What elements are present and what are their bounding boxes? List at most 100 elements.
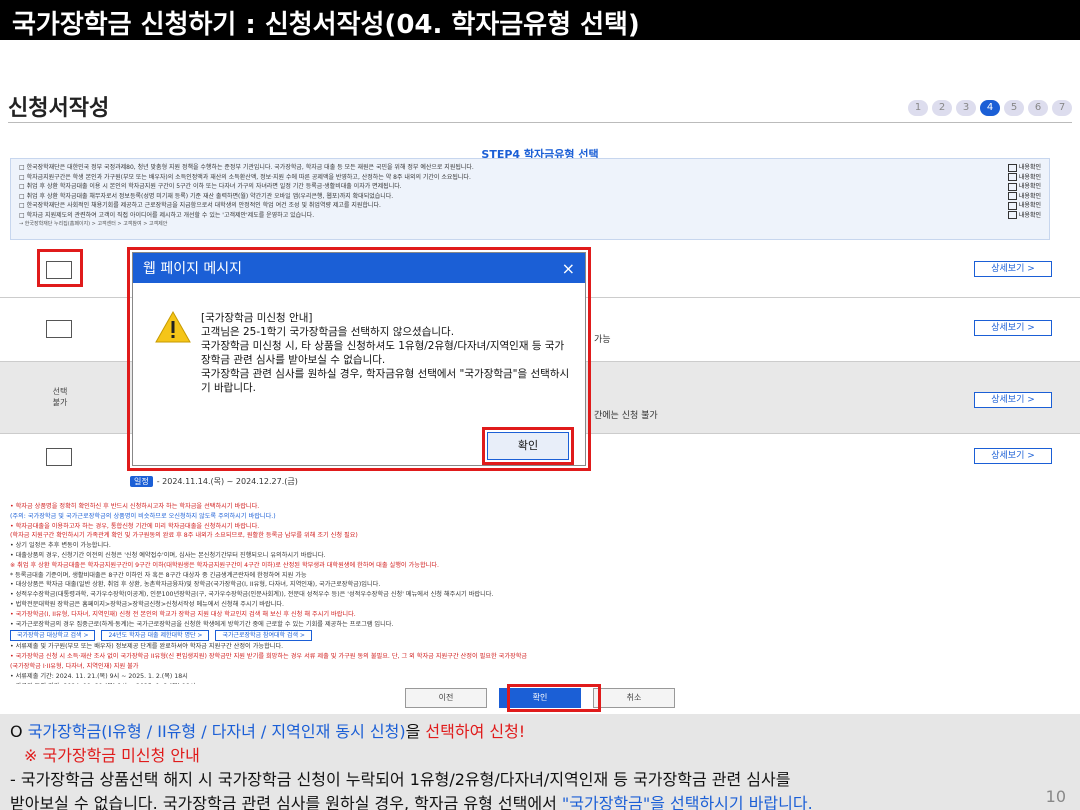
caption-notice-title: ※ 국가장학금 미신청 안내: [24, 746, 200, 765]
prev-button[interactable]: 이전: [405, 688, 487, 708]
notice-item: • 법학전문대학원 장학금은 홈페이지>장학금>장학금신청>신청서작성 메뉴에서…: [10, 600, 285, 608]
step-7: 7: [1052, 100, 1072, 116]
highlight-box: [507, 684, 601, 712]
link-button[interactable]: 국가장학금 대상학교 검색 >: [10, 630, 96, 642]
detail-button[interactable]: 상세보기 >: [974, 261, 1052, 277]
link-button[interactable]: 24년도 학자금 대출 제한대학 명단 >: [101, 630, 210, 642]
agreement-box: □ 한국장학재단은 대한민국 정부 국정과제80, 청년 맞춤형 지원 정책을 …: [10, 158, 1050, 240]
period-badge: 일정: [130, 476, 153, 487]
dialog-header: 웹 페이지 메시지 ×: [133, 253, 585, 283]
step-5: 5: [1004, 100, 1024, 116]
agreement-row: □ 한국장학재단은 사회적인 채용기회를 제공하고 근로장학금을 지급함으로서 …: [19, 201, 1041, 211]
agreement-text: □ 한국장학재단은 사회적인 채용기회를 제공하고 근로장학금을 지급함으로서 …: [19, 202, 381, 209]
notice-item: • 상기 일정은 추후 변동이 가능합니다.: [10, 542, 111, 550]
agreement-text: □ 학자금지원구간은 학생 본인과 가구원(부모 또는 배우자)의 소득인정액과…: [19, 173, 471, 181]
confirm-checkbox[interactable]: 내용확인: [1007, 182, 1041, 192]
unavailable-label: 선택 불가: [52, 387, 68, 407]
dialog-message: [국가장학금 미신청 안내] 고객님은 25-1학기 국가장학금을 선택하지 않…: [201, 311, 571, 395]
period-text: - 2024.11.14.(목) ~ 2024.12.27.(금): [156, 477, 298, 486]
agreement-footnote: → 한국장학재단 누리집(홈페이지) > 고객센터 > 고객참여 > 고객제안: [19, 221, 168, 227]
step-6: 6: [1028, 100, 1048, 116]
agreement-text: □ 취업 후 상환 학자금대출 이용 시 본인의 학자금지원 구간이 5구간 이…: [19, 183, 402, 190]
product-checkbox[interactable]: [46, 448, 72, 466]
agreement-row: □ 학자금지원구간은 학생 본인과 가구원(부모 또는 배우자)의 소득인정액과…: [19, 173, 1041, 183]
notice-item: • 서류제출 기간: 2024. 11. 21.(목) 9시 ~ 2025. 1…: [10, 672, 188, 680]
notice-item: * 등록금대출 기준이며, 생활비대출은 8구간 이하인 자 혹은 8구간 대상…: [10, 571, 307, 579]
checkbox-icon: [1007, 211, 1017, 219]
dialog-title: 웹 페이지 메시지: [143, 261, 243, 277]
notice-item: (주의: 국가장학금 및 국가근로장학금의 상품명이 비슷하므로 오신청하지 않…: [10, 512, 276, 520]
confirm-label: 내용확인: [1018, 173, 1041, 181]
slide-title: 국가장학금 신청하기 : 신청서작성(04. 학자금유형 선택): [0, 0, 1080, 40]
notice-item: • 국가장학금(I, II유형, 다자녀, 지역인재) 신청 전 본인의 학교가…: [10, 610, 356, 618]
caption-highlight: "국가장학금"을 선택하시기 바랍니다.: [561, 794, 813, 810]
step-2: 2: [932, 100, 952, 116]
agreement-row: □ 학자금 지원제도의 관련하여 고객이 직접 아이디어를 제시하고 개선할 수…: [19, 211, 1041, 221]
caption-emphasis: 선택하여 신청!: [425, 722, 526, 741]
checkbox-icon: [1007, 173, 1017, 181]
confirm-label: 내용확인: [1018, 211, 1041, 219]
highlight-box: [37, 249, 83, 287]
caption-bullet: O: [10, 722, 28, 741]
agreement-row: □ 한국장학재단은 대한민국 정부 국정과제80, 청년 맞춤형 지원 정책을 …: [19, 163, 1041, 173]
agreement-text: □ 취업 후 상환 학자금대출 채무자로서 정보등록(성명 미기재 등록) 기준…: [19, 192, 394, 200]
step-4: 4: [980, 100, 1000, 116]
agreement-row: □ 취업 후 상환 학자금대출 채무자로서 정보등록(성명 미기재 등록) 기준…: [19, 192, 1041, 202]
application-period: 일정 - 2024.11.14.(목) ~ 2024.12.27.(금): [130, 476, 298, 487]
agreement-text: □ 학자금 지원제도의 관련하여 고객이 직접 아이디어를 제시하고 개선할 수…: [19, 211, 315, 219]
checkbox-icon: [1007, 163, 1017, 172]
notice-item: • 대상상품은 학자금 대출(일반 상환, 취업 후 상환, 농촌학자금융자)및…: [10, 581, 381, 589]
confirm-label: 내용확인: [1018, 192, 1041, 200]
caption-text: 을: [405, 722, 426, 741]
step-1: 1: [908, 100, 928, 116]
caption-line: O 국가장학금(I유형 / II유형 / 다자녀 / 지역인재 동시 신청)을 …: [10, 718, 1070, 742]
close-icon[interactable]: ×: [562, 259, 575, 278]
checkbox-icon: [1007, 192, 1017, 200]
dialog-message-text: [국가장학금 미신청 안내] 고객님은 25-1학기 국가장학금을 선택하지 않…: [201, 312, 570, 394]
link-button[interactable]: 국가근로장학금 참여대학 검색 >: [215, 630, 312, 642]
page-number: 10: [1045, 787, 1066, 806]
detail-button[interactable]: 상세보기 >: [974, 448, 1052, 464]
step-indicator: 1234567: [908, 100, 1072, 116]
confirm-label: 내용확인: [1018, 164, 1041, 171]
confirm-label: 내용확인: [1018, 183, 1041, 190]
step-3: 3: [956, 100, 976, 116]
notice-item: • 서류제출 및 가구원(부모 또는 배우자) 정보제공 단계를 완료하셔야 학…: [10, 643, 284, 651]
notice-item: ※ 취업 후 상환 학자금대출은 학자금지원구간이 9구간 이하(대학원생은 학…: [10, 561, 439, 569]
confirm-checkbox[interactable]: 내용확인: [1007, 211, 1041, 221]
product-note: 간에는 신청 불가: [594, 411, 658, 421]
notice-list: • 학자금 상품명을 정확히 확인하신 후 반드시 신청하시고자 하는 학자금을…: [10, 502, 1070, 684]
notice-item: • 학자금대출을 이용하고자 하는 경우, 통합신청 기간에 미리 학자금대출을…: [10, 522, 260, 530]
notice-item: (국가장학금 I·II유형, 다자녀, 지역인재) 지원 불가: [10, 662, 139, 670]
checkbox-icon: [1007, 201, 1017, 210]
notice-item: • 성적우수장학금(대통령과학, 국가우수장학(이공계), 인문100년장학금(…: [10, 591, 494, 599]
agreement-row: □ 취업 후 상환 학자금대출 이용 시 본인의 학자금지원 구간이 5구간 이…: [19, 182, 1041, 192]
notice-item: (학자금 지원구간 확인하시기 가족관계 확인 및 가구원동의 완료 후 8주 …: [10, 532, 358, 540]
product-note: 가능: [594, 335, 611, 345]
link-button-group: 국가장학금 대상학교 검색 > 24년도 학자금 대출 제한대학 명단 > 국가근로…: [10, 630, 1070, 642]
checkbox-icon: [1007, 182, 1017, 191]
detail-button[interactable]: 상세보기 >: [974, 320, 1052, 336]
caption-highlight: 국가장학금(I유형 / II유형 / 다자녀 / 지역인재 동시 신청): [27, 722, 406, 741]
detail-button[interactable]: 상세보기 >: [974, 392, 1052, 408]
notice-item: • 국가장학금 신청 시 소득·재산 조사 없이 국가장학금 II유형(신 편입…: [10, 653, 528, 661]
caption-line: - 국가장학금 상품선택 해지 시 국가장학금 신청이 누락되어 1유형/2유형…: [10, 770, 791, 789]
confirm-checkbox[interactable]: 내용확인: [1007, 201, 1041, 211]
notice-item: • 국가근로장학금의 경우 집중근로(하계·동계)는 국가근로장학금을 신청한 …: [10, 620, 394, 628]
agreement-text: □ 한국장학재단은 대한민국 정부 국정과제80, 청년 맞춤형 지원 정책을 …: [19, 164, 474, 171]
caption-text: 받아보실 수 없습니다. 국가장학금 관련 심사를 원하실 경우, 학자금 유형…: [10, 794, 562, 810]
caption-panel: O 국가장학금(I유형 / II유형 / 다자녀 / 지역인재 동시 신청)을 …: [0, 714, 1080, 810]
confirm-checkbox[interactable]: 내용확인: [1007, 163, 1041, 173]
confirm-checkbox[interactable]: 내용확인: [1007, 192, 1041, 202]
page-heading: 신청서작성: [8, 96, 110, 121]
product-checkbox[interactable]: [46, 320, 72, 338]
notice-item: • 학자금 상품명을 정확히 확인하신 후 반드시 신청하시고자 하는 학자금을…: [10, 503, 260, 510]
ok-button[interactable]: 확인: [487, 432, 569, 460]
notice-item: • 대출상품의 경우, 신청기간 이전의 신청은 '신청 예약접수'이며, 심사…: [10, 551, 326, 559]
cancel-button[interactable]: 취소: [593, 688, 675, 708]
confirm-label: 내용확인: [1018, 202, 1041, 209]
caption-line: 받아보실 수 없습니다. 국가장학금 관련 심사를 원하실 경우, 학자금 유형…: [10, 790, 1070, 810]
warning-icon: [155, 311, 191, 343]
divider: [8, 122, 1072, 123]
confirm-checkbox[interactable]: 내용확인: [1007, 173, 1041, 183]
